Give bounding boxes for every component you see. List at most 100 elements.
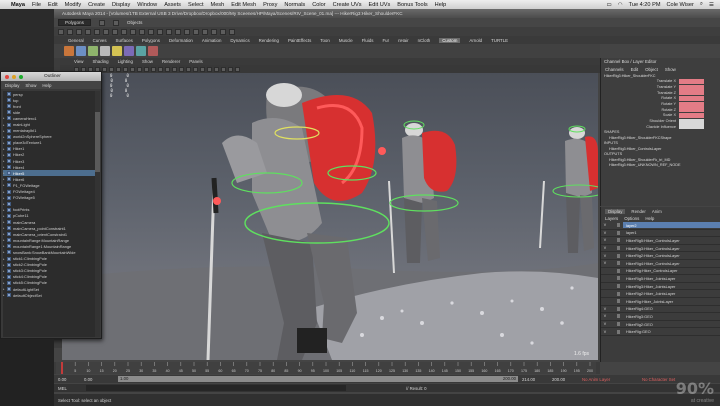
layer-name[interactable]: HikerRig2:Hiker_JointsLayer bbox=[623, 291, 720, 297]
attribute-value-field[interactable] bbox=[679, 78, 704, 84]
visibility-toggle[interactable]: V bbox=[601, 246, 609, 250]
display-layer-row[interactable]: V HikerRig:GEO bbox=[601, 328, 720, 336]
menu-window[interactable]: Window bbox=[137, 2, 157, 8]
display-layer-row[interactable]: HikerRig:Hiker_ControlsLayer bbox=[601, 268, 720, 276]
layer-color-swatch[interactable] bbox=[617, 238, 620, 243]
layer-color-swatch[interactable] bbox=[617, 306, 620, 311]
shelf-tool-icon[interactable] bbox=[76, 46, 86, 56]
shelf-tool-icon[interactable] bbox=[100, 46, 110, 56]
shelf-tab[interactable]: PaintEffects bbox=[288, 38, 311, 43]
layer-name[interactable]: HikerRig:Hiker_JointsLayer bbox=[623, 298, 720, 304]
status-btn[interactable] bbox=[112, 28, 118, 35]
shelf-tool-icon[interactable] bbox=[124, 46, 134, 56]
channel-attribute-row[interactable]: Shoulder Orient bbox=[601, 118, 720, 124]
layer-color-swatch[interactable] bbox=[617, 284, 620, 289]
le-menu-help[interactable]: Help bbox=[645, 216, 654, 221]
menu-select[interactable]: Select bbox=[188, 2, 204, 8]
viewport-menu-shading[interactable]: Shading bbox=[92, 59, 108, 64]
visibility-toggle[interactable]: V bbox=[601, 314, 609, 318]
status-btn[interactable] bbox=[148, 28, 154, 35]
menu-edit[interactable]: Edit bbox=[48, 2, 58, 8]
status-btn[interactable] bbox=[157, 28, 163, 35]
channel-attribute-row[interactable]: Rotate Y bbox=[601, 101, 720, 107]
panel-tool-btn[interactable] bbox=[228, 66, 233, 72]
list-icon[interactable]: ☰ bbox=[709, 2, 714, 8]
layer-color-swatch[interactable] bbox=[617, 314, 620, 319]
menu-edit-mesh[interactable]: Edit Mesh bbox=[231, 2, 256, 8]
attribute-value-field[interactable] bbox=[679, 95, 704, 101]
layer-color-swatch[interactable] bbox=[617, 246, 620, 251]
viewport-menu-renderer[interactable]: Renderer bbox=[162, 59, 180, 64]
menu-assets[interactable]: Assets bbox=[164, 2, 181, 8]
perspective-viewport[interactable] bbox=[62, 73, 598, 360]
status-btn[interactable] bbox=[166, 28, 172, 35]
panel-tool-btn[interactable] bbox=[137, 66, 142, 72]
layer-name[interactable]: HikerRig3:GEO bbox=[623, 313, 720, 319]
layer-name[interactable]: HikerRig:GEO bbox=[623, 329, 720, 335]
cb-menu-edit[interactable]: Edit bbox=[631, 67, 639, 72]
attribute-value-field[interactable] bbox=[679, 107, 704, 113]
panel-tool-btn[interactable] bbox=[235, 66, 240, 72]
range-slider[interactable]: 1.00 200.00 bbox=[118, 376, 518, 382]
status-btn[interactable] bbox=[85, 28, 91, 35]
panel-tool-btn[interactable] bbox=[207, 66, 212, 72]
display-layer-row[interactable]: Vlayer2 bbox=[601, 222, 720, 230]
viewport-menu-view[interactable]: View bbox=[74, 59, 83, 64]
shelf-tab[interactable]: Animation bbox=[202, 38, 222, 43]
display-layer-row[interactable]: HikerRig2:Hiker_JointsLayer bbox=[601, 290, 720, 298]
shelf-tab[interactable]: nHair bbox=[398, 38, 409, 43]
shelf-tool-icon[interactable] bbox=[112, 46, 122, 56]
layer-color-swatch[interactable] bbox=[617, 276, 620, 281]
status-btn[interactable] bbox=[193, 28, 199, 35]
display-layer-row[interactable]: Vlayer1 bbox=[601, 230, 720, 238]
shelf-tab-active[interactable]: Custom bbox=[439, 37, 461, 43]
spotlight-icon[interactable]: ⌕ bbox=[700, 1, 703, 8]
open-scene-icon[interactable] bbox=[98, 19, 105, 26]
attribute-value-field[interactable] bbox=[679, 124, 704, 130]
display-layer-row[interactable]: V HikerRig3:GEO bbox=[601, 313, 720, 321]
time-slider-ticks[interactable]: 1510152025303540455055606570758085909510… bbox=[56, 362, 596, 374]
le-menu-options[interactable]: Options bbox=[624, 216, 639, 221]
user-name[interactable]: Cole Wiser bbox=[666, 2, 693, 8]
viewport-menu-lighting[interactable]: Lighting bbox=[118, 59, 133, 64]
shelf-tool-icon[interactable] bbox=[148, 46, 158, 56]
range-end-field[interactable]: 214.00 bbox=[522, 377, 552, 382]
panel-tool-btn[interactable] bbox=[144, 66, 149, 72]
shelf-tool-icon[interactable] bbox=[64, 46, 74, 56]
shelf-tool-icon[interactable] bbox=[136, 46, 146, 56]
visibility-toggle[interactable]: V bbox=[601, 261, 609, 265]
layer-name[interactable]: HikerRig5:Hiker_JointsLayer bbox=[623, 275, 720, 281]
zoom-icon[interactable] bbox=[19, 74, 23, 79]
output-item[interactable]: HikerRig3:Hiker_UNKNOWN_REF_NODE bbox=[601, 163, 720, 169]
display-layer-row[interactable]: V HikerRig5:Hiker_ControlsLayer bbox=[601, 237, 720, 245]
range-outer-end-field[interactable]: 200.00 bbox=[552, 377, 582, 382]
layer-name[interactable]: HikerRig4:GEO bbox=[623, 306, 720, 312]
menu-set-dropdown[interactable]: Polygons bbox=[58, 19, 91, 26]
layer-name[interactable]: HikerRig3:Hiker_JointsLayer bbox=[623, 283, 720, 289]
outliner-scroll-thumb[interactable] bbox=[95, 112, 100, 172]
visibility-toggle[interactable]: V bbox=[601, 254, 609, 258]
menu-create[interactable]: Create bbox=[88, 2, 105, 8]
menu-create-uvs[interactable]: Create UVs bbox=[333, 2, 362, 8]
menu-file[interactable]: File bbox=[32, 2, 41, 8]
selection-mode-label[interactable]: Objects bbox=[127, 20, 143, 25]
panel-tool-btn[interactable] bbox=[130, 66, 135, 72]
layer-color-swatch[interactable] bbox=[617, 299, 620, 304]
layer-color-swatch[interactable] bbox=[617, 261, 620, 266]
visibility-toggle[interactable]: V bbox=[601, 238, 609, 242]
menu-modify[interactable]: Modify bbox=[65, 2, 81, 8]
layer-color-swatch[interactable] bbox=[617, 253, 620, 258]
layer-name[interactable]: HikerRig3:Hiker_ControlsLayer bbox=[623, 245, 720, 251]
layer-color-swatch[interactable] bbox=[617, 329, 620, 334]
display-layer-row[interactable]: HikerRig5:Hiker_JointsLayer bbox=[601, 275, 720, 283]
shelf-tab[interactable]: Fluids bbox=[362, 38, 374, 43]
display-layer-row[interactable]: V HikerRig4:Hiker_ControlsLayer bbox=[601, 260, 720, 268]
save-scene-icon[interactable] bbox=[112, 19, 119, 26]
status-btn[interactable] bbox=[229, 28, 235, 35]
menu-mesh[interactable]: Mesh bbox=[211, 2, 225, 8]
cb-menu-channels[interactable]: Channels bbox=[605, 67, 624, 72]
channel-attribute-row[interactable]: Translate Y bbox=[601, 84, 720, 90]
panel-tool-btn[interactable] bbox=[186, 66, 191, 72]
viewport-menu-show[interactable]: Show bbox=[142, 59, 153, 64]
panel-tool-btn[interactable] bbox=[172, 66, 177, 72]
